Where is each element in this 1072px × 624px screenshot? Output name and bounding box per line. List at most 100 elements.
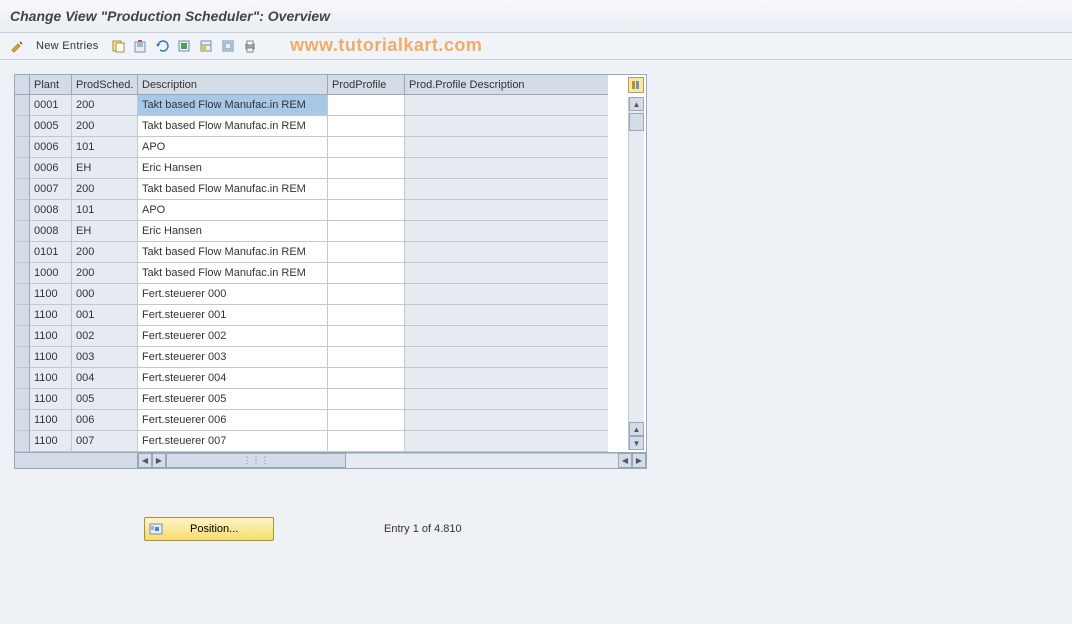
cell-prodprofile[interactable] <box>328 410 405 431</box>
row-selector[interactable] <box>15 158 30 179</box>
row-selector[interactable] <box>15 410 30 431</box>
row-selector[interactable] <box>15 368 30 389</box>
cell-plant: 0008 <box>30 200 72 221</box>
col-header-prodprofile[interactable]: ProdProfile <box>328 75 405 95</box>
cell-prodprofile[interactable] <box>328 431 405 452</box>
toggle-display-change-icon[interactable] <box>8 37 26 55</box>
cell-profdesc <box>405 347 608 368</box>
row-selector[interactable] <box>15 326 30 347</box>
row-selector[interactable] <box>15 179 30 200</box>
col-header-plant[interactable]: Plant <box>30 75 72 95</box>
cell-prodprofile[interactable] <box>328 179 405 200</box>
cell-prodsched: 000 <box>72 284 138 305</box>
cell-plant: 1100 <box>30 368 72 389</box>
row-selector[interactable] <box>15 284 30 305</box>
cell-profdesc <box>405 242 608 263</box>
cell-prodprofile[interactable] <box>328 242 405 263</box>
title-bar: Change View "Production Scheduler": Over… <box>0 0 1072 33</box>
scroll-right-step-icon[interactable]: ▶ <box>152 453 166 468</box>
cell-description[interactable]: APO <box>138 200 328 221</box>
print-icon[interactable] <box>241 37 259 55</box>
cell-prodprofile[interactable] <box>328 326 405 347</box>
cell-prodprofile[interactable] <box>328 284 405 305</box>
row-selector[interactable] <box>15 431 30 452</box>
cell-plant: 0007 <box>30 179 72 200</box>
cell-prodsched: 003 <box>72 347 138 368</box>
cell-description[interactable]: Fert.steuerer 004 <box>138 368 328 389</box>
cell-description[interactable]: Fert.steuerer 005 <box>138 389 328 410</box>
cell-prodprofile[interactable] <box>328 389 405 410</box>
cell-profdesc <box>405 137 608 158</box>
cell-profdesc <box>405 431 608 452</box>
cell-prodprofile[interactable] <box>328 95 405 116</box>
scroll-thumb-horizontal[interactable]: ⋮⋮⋮ <box>166 453 346 468</box>
cell-description[interactable]: Eric Hansen <box>138 158 328 179</box>
cell-description[interactable]: Takt based Flow Manufac.in REM <box>138 242 328 263</box>
cell-prodprofile[interactable] <box>328 137 405 158</box>
cell-prodprofile[interactable] <box>328 158 405 179</box>
cell-description[interactable]: Eric Hansen <box>138 221 328 242</box>
cell-prodprofile[interactable] <box>328 221 405 242</box>
scroll-up-icon[interactable]: ▲ <box>629 97 644 111</box>
cell-description[interactable]: Fert.steuerer 003 <box>138 347 328 368</box>
scroll-thumb-vertical[interactable] <box>629 113 644 131</box>
position-button[interactable]: Position... <box>144 517 274 541</box>
table-config-icon[interactable] <box>628 77 644 93</box>
row-selector[interactable] <box>15 242 30 263</box>
cell-profdesc <box>405 179 608 200</box>
cell-prodprofile[interactable] <box>328 116 405 137</box>
scroll-left-icon[interactable]: ◀ <box>138 453 152 468</box>
cell-description[interactable]: Fert.steuerer 000 <box>138 284 328 305</box>
vertical-scrollbar[interactable]: ▲ ▲ ▼ <box>628 97 644 450</box>
row-selector[interactable] <box>15 305 30 326</box>
delete-icon[interactable] <box>131 37 149 55</box>
deselect-all-icon[interactable] <box>219 37 237 55</box>
cell-plant: 0005 <box>30 116 72 137</box>
cell-prodsched: 200 <box>72 95 138 116</box>
undo-change-icon[interactable] <box>153 37 171 55</box>
cell-prodsched: 002 <box>72 326 138 347</box>
cell-prodprofile[interactable] <box>328 347 405 368</box>
row-selector-header[interactable] <box>15 75 30 95</box>
cell-description[interactable]: Fert.steuerer 001 <box>138 305 328 326</box>
cell-plant: 1100 <box>30 326 72 347</box>
cell-profdesc <box>405 158 608 179</box>
col-header-prodsched[interactable]: ProdSched. <box>72 75 138 95</box>
row-selector[interactable] <box>15 95 30 116</box>
row-selector[interactable] <box>15 347 30 368</box>
row-selector[interactable] <box>15 263 30 284</box>
cell-prodprofile[interactable] <box>328 368 405 389</box>
row-selector[interactable] <box>15 200 30 221</box>
cell-description[interactable]: Takt based Flow Manufac.in REM <box>138 179 328 200</box>
cell-prodsched: 200 <box>72 242 138 263</box>
col-header-profdesc[interactable]: Prod.Profile Description <box>405 75 608 95</box>
cell-prodprofile[interactable] <box>328 263 405 284</box>
cell-prodprofile[interactable] <box>328 305 405 326</box>
scroll-up-page-icon[interactable]: ▲ <box>629 422 644 436</box>
cell-plant: 0006 <box>30 158 72 179</box>
page-title: Change View "Production Scheduler": Over… <box>10 8 330 24</box>
horizontal-scrollbar[interactable]: ◀ ▶ ⋮⋮⋮ ◀ ▶ <box>15 452 646 468</box>
cell-description[interactable]: Takt based Flow Manufac.in REM <box>138 95 328 116</box>
cell-prodsched: 004 <box>72 368 138 389</box>
cell-description[interactable]: Fert.steuerer 002 <box>138 326 328 347</box>
copy-as-icon[interactable] <box>109 37 127 55</box>
row-selector[interactable] <box>15 389 30 410</box>
cell-description[interactable]: Fert.steuerer 006 <box>138 410 328 431</box>
new-entries-button[interactable]: New Entries <box>30 38 105 54</box>
cell-prodprofile[interactable] <box>328 200 405 221</box>
cell-plant: 1000 <box>30 263 72 284</box>
row-selector[interactable] <box>15 116 30 137</box>
row-selector[interactable] <box>15 137 30 158</box>
scroll-down-icon[interactable]: ▼ <box>629 436 644 450</box>
cell-description[interactable]: Takt based Flow Manufac.in REM <box>138 116 328 137</box>
scroll-right-icon[interactable]: ▶ <box>632 453 646 468</box>
cell-description[interactable]: APO <box>138 137 328 158</box>
select-block-icon[interactable] <box>197 37 215 55</box>
cell-description[interactable]: Takt based Flow Manufac.in REM <box>138 263 328 284</box>
col-header-description[interactable]: Description <box>138 75 328 95</box>
scroll-left-end-icon[interactable]: ◀ <box>618 453 632 468</box>
cell-description[interactable]: Fert.steuerer 007 <box>138 431 328 452</box>
select-all-icon[interactable] <box>175 37 193 55</box>
row-selector[interactable] <box>15 221 30 242</box>
